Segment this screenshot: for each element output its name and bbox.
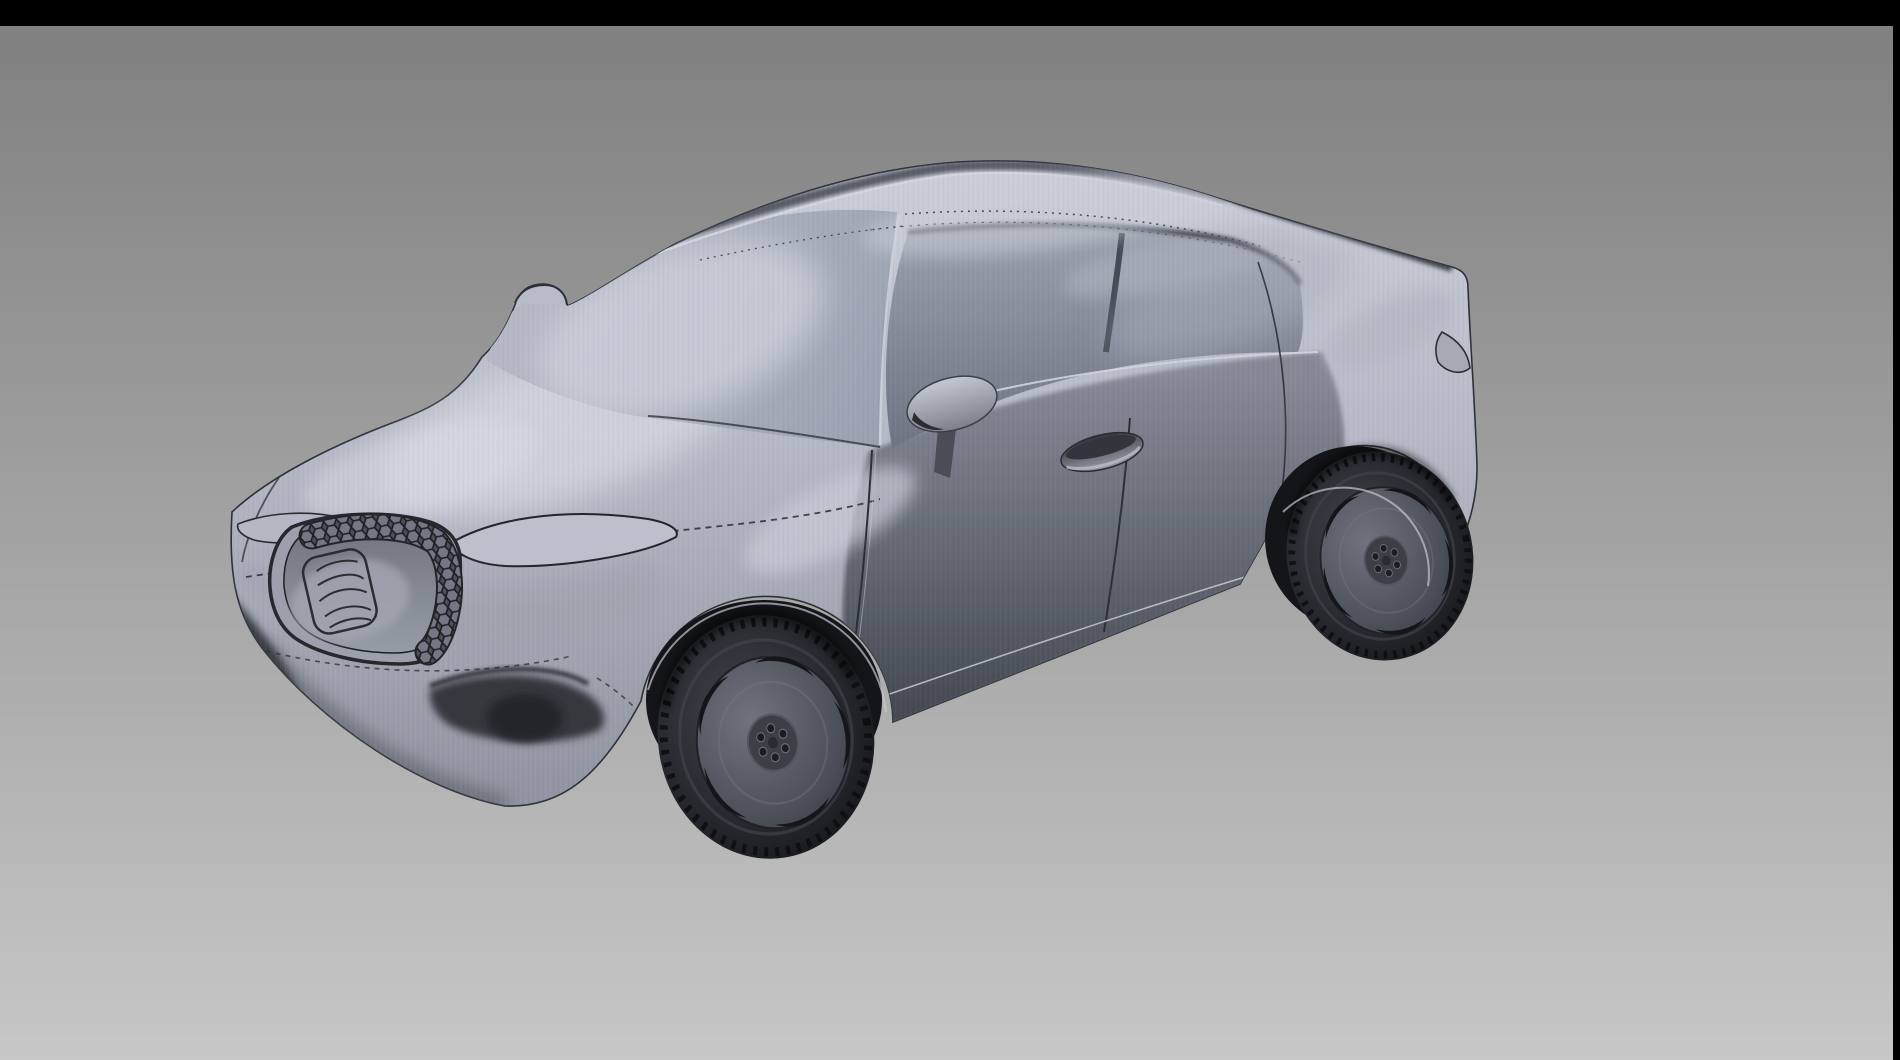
app-window: [0, 0, 1900, 1060]
top-letterbox-bar: [0, 0, 1900, 26]
right-letterbox-bar: [1893, 0, 1900, 1060]
cad-viewport[interactable]: [0, 0, 1900, 1060]
front-grille: [270, 514, 461, 664]
